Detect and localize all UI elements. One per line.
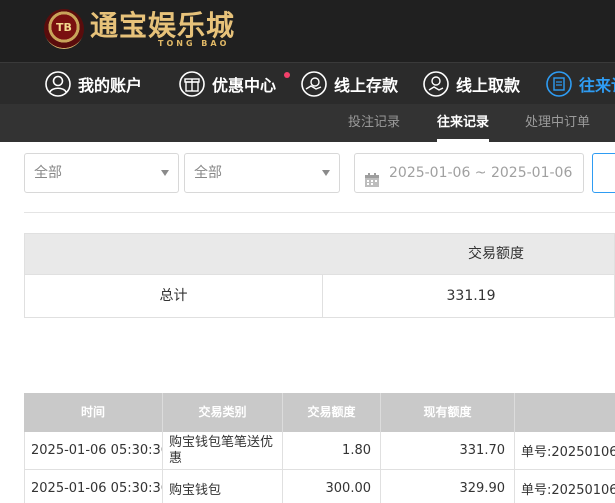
search-button[interactable] (592, 153, 615, 193)
summary-header-label: 交易额度 (468, 246, 524, 262)
sub-nav: 投注记录 往来记录 处理中订单 (0, 104, 615, 142)
column-header-note (515, 393, 615, 432)
brand-logo[interactable]: TB 通宝娱乐城 TONG BAO (44, 7, 235, 51)
withdraw-icon (422, 70, 450, 98)
cell-amount: 1.80 (283, 432, 381, 469)
filter-select-1[interactable]: 全部 (24, 153, 179, 193)
nav-label: 优惠中心 (212, 76, 277, 95)
summary-row-label: 总计 (159, 288, 188, 304)
select-value: 全部 (194, 165, 222, 181)
cell-note: 单号:20250106 (521, 445, 615, 460)
cell-balance: 331.70 (381, 432, 515, 469)
chevron-down-icon (322, 170, 330, 176)
calendar-icon (364, 165, 380, 192)
column-header-time: 时间 (24, 393, 163, 432)
brand-name-en: TONG BAO (158, 38, 230, 48)
nav-item-my-account[interactable]: 我的账户 (44, 63, 142, 105)
divider (24, 212, 615, 213)
brand-name: 通宝娱乐城 (90, 8, 236, 42)
column-header-amount: 交易额度 (283, 393, 381, 432)
summary-header: 交易额度 (24, 233, 615, 275)
nav-label: 线上存款 (334, 76, 399, 95)
column-header-type: 交易类别 (163, 393, 283, 432)
table-row: 2025-01-06 05:30:36 购宝钱包 300.00 329.90 单… (24, 470, 615, 503)
nav-item-withdraw[interactable]: 线上取款 (422, 63, 520, 105)
nav-label: 我的账户 (78, 76, 143, 95)
notification-dot (284, 72, 290, 78)
nav-label: 线上取款 (456, 76, 521, 95)
cell-time: 2025-01-06 05:30:36 (24, 432, 163, 469)
cell-note: 单号:20250106 (521, 483, 615, 498)
date-range-input[interactable]: 2025-01-06 ~ 2025-01-06 (354, 153, 584, 193)
cell-type: 购宝钱包笔笔送优惠 (163, 432, 283, 469)
records-header: 时间 交易类别 交易额度 现有额度 (24, 393, 615, 432)
filter-select-2[interactable]: 全部 (184, 153, 340, 193)
chevron-down-icon (161, 170, 169, 176)
nav-label: 往来记 (579, 76, 615, 95)
records-icon (545, 70, 573, 98)
logo-badge-icon: TB (44, 9, 84, 49)
main-nav: 我的账户 优惠中心 线上存款 线上取款 往来记 (0, 62, 615, 104)
summary-row: 总计 331.19 (24, 275, 615, 318)
nav-item-deposit[interactable]: 线上存款 (300, 63, 398, 105)
cell-time: 2025-01-06 05:30:36 (24, 470, 163, 503)
cell-balance: 329.90 (381, 470, 515, 503)
column-header-balance: 现有额度 (381, 393, 515, 432)
cell-type: 购宝钱包 (163, 470, 283, 503)
gift-icon (178, 70, 206, 98)
table-row: 2025-01-06 05:30:36 购宝钱包笔笔送优惠 1.80 331.7… (24, 432, 615, 470)
nav-item-promotions[interactable]: 优惠中心 (178, 63, 276, 105)
site-header: TB 通宝娱乐城 TONG BAO (0, 0, 615, 62)
date-range-value: 2025-01-06 ~ 2025-01-06 (389, 165, 573, 181)
user-icon (44, 70, 72, 98)
tab-pending-orders[interactable]: 处理中订单 (525, 104, 590, 142)
tab-bet-records[interactable]: 投注记录 (348, 104, 400, 142)
deposit-icon (300, 70, 328, 98)
cell-amount: 300.00 (283, 470, 381, 503)
tab-transaction-records[interactable]: 往来记录 (437, 104, 490, 142)
summary-row-value: 331.19 (446, 288, 496, 304)
nav-item-records[interactable]: 往来记 (545, 63, 615, 105)
select-value: 全部 (34, 165, 62, 181)
logo-badge-text: TB (56, 21, 72, 34)
